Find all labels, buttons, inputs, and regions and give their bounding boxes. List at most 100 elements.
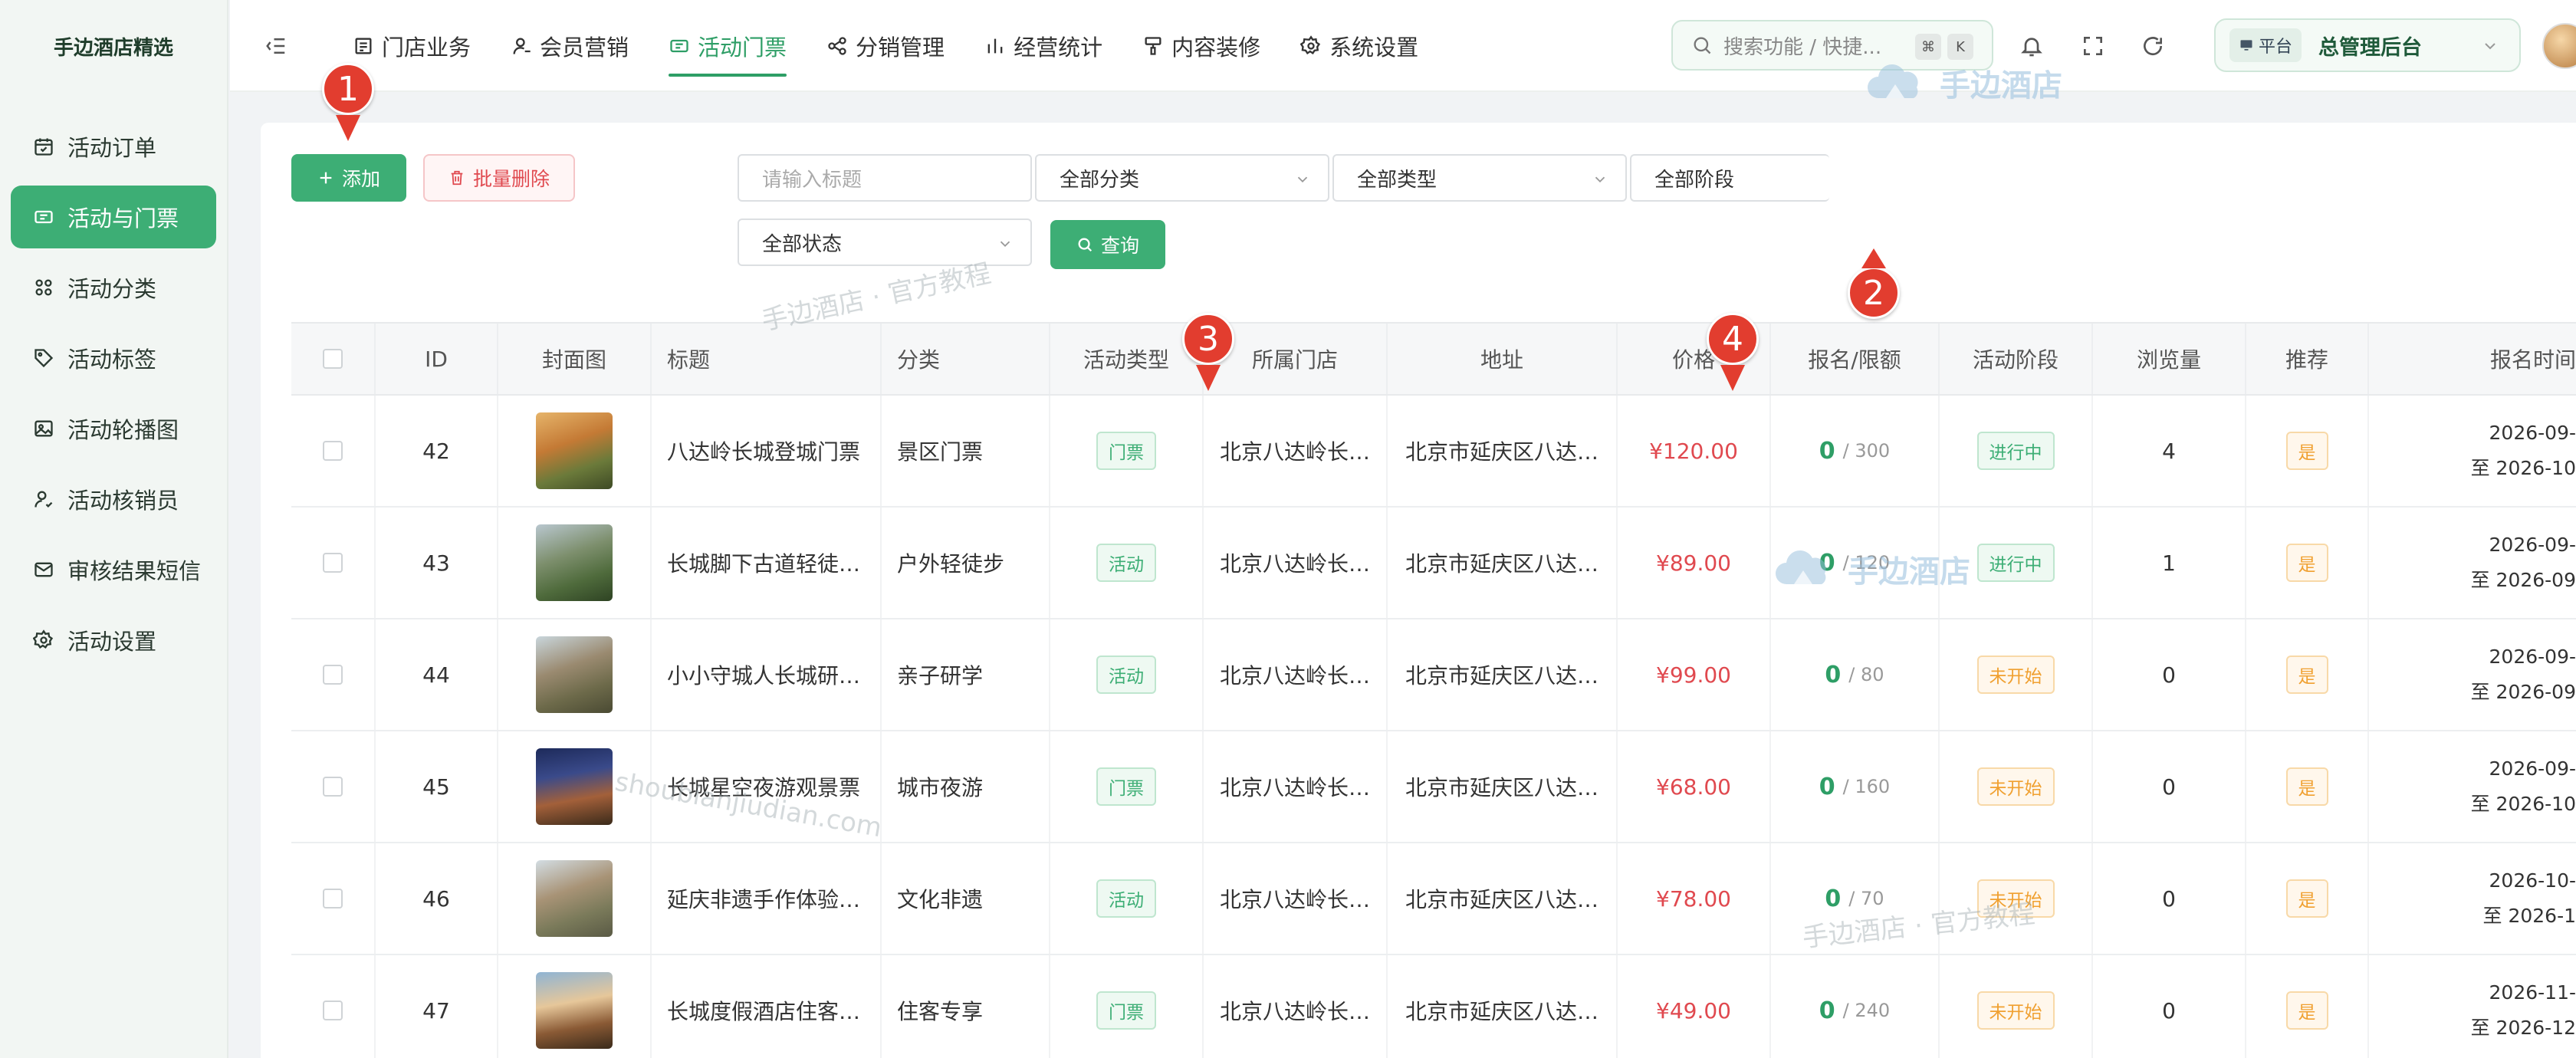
- add-button[interactable]: 添加: [291, 154, 406, 202]
- cell-cover: [498, 396, 652, 506]
- cell-stage: 未开始: [1940, 843, 2093, 954]
- row-checkbox-cell: [291, 843, 376, 954]
- avatar[interactable]: [2542, 23, 2576, 69]
- ticket-icon: [670, 39, 688, 53]
- row-checkbox[interactable]: [323, 665, 343, 685]
- sidebar-item-activity-orders[interactable]: 活动订单: [11, 115, 216, 178]
- nav-content-decor[interactable]: 内容装修: [1142, 0, 1260, 92]
- type-tag: 门票: [1096, 767, 1156, 806]
- cell-id: 46: [376, 843, 498, 954]
- table-row[interactable]: 47 长城度假酒店住客… 住客专享 门票 北京八达岭长… 北京市延庆区八达… ¥…: [291, 955, 2576, 1058]
- sidebar-item-activity-categories[interactable]: 活动分类: [11, 256, 216, 319]
- enrolled-count: 0: [1819, 773, 1835, 800]
- header-enroll-time: 报名时间: [2489, 347, 2576, 373]
- type-select[interactable]: 全部类型: [1332, 154, 1627, 202]
- cell-id: 45: [376, 731, 498, 842]
- nav-member-marketing[interactable]: 会员营销: [511, 0, 629, 92]
- cell-title[interactable]: 小小守城人长城研…: [652, 619, 882, 730]
- cell-address: 北京市延庆区八达…: [1388, 619, 1618, 730]
- chevron-down-icon: [1297, 176, 1308, 183]
- table-row[interactable]: 44 小小守城人长城研… 亲子研学 活动 北京八达岭长… 北京市延庆区八达… ¥…: [291, 619, 2576, 731]
- enroll-limit: / 240: [1842, 1000, 1891, 1021]
- header-select-all: [291, 324, 376, 394]
- sidebar-item-activity-tags[interactable]: 活动标签: [11, 327, 216, 389]
- batch-delete-button[interactable]: 批量删除: [423, 154, 575, 202]
- cell-title[interactable]: 长城星空夜游观景票: [652, 731, 882, 842]
- sidebar-item-activity-settings[interactable]: 活动设置: [11, 609, 216, 672]
- annotation-pointer-4: [1720, 365, 1745, 391]
- cell-title[interactable]: 长城度假酒店住客…: [652, 955, 882, 1058]
- header-address: 地址: [1388, 324, 1618, 394]
- row-checkbox[interactable]: [323, 441, 343, 461]
- cell-enroll-time: 2026-11- 至 2026-12: [2369, 955, 2576, 1058]
- cell-type: 活动: [1050, 619, 1204, 730]
- cell-cover: [498, 843, 652, 954]
- nav-system-settings[interactable]: 系统设置: [1300, 0, 1418, 92]
- stage-tag: 未开始: [1976, 991, 2055, 1030]
- cell-recommend: 是: [2246, 843, 2369, 954]
- cell-recommend: 是: [2246, 619, 2369, 730]
- row-checkbox[interactable]: [323, 777, 343, 797]
- table-row[interactable]: 42 八达岭长城登城门票 景区门票 门票 北京八达岭长… 北京市延庆区八达… ¥…: [291, 396, 2576, 508]
- sidebar-item-activity-banners[interactable]: 活动轮播图: [11, 397, 216, 460]
- table-row[interactable]: 43 长城脚下古道轻徒… 户外轻徒步 活动 北京八达岭长… 北京市延庆区八达… …: [291, 508, 2576, 619]
- sidebar-item-label: 活动核销员: [67, 488, 179, 514]
- refresh-button[interactable]: [2137, 31, 2168, 61]
- cell-title[interactable]: 长城脚下古道轻徒…: [652, 508, 882, 618]
- notification-button[interactable]: [2016, 31, 2047, 61]
- date-start: 2026-09-: [2489, 757, 2576, 780]
- title-search-placeholder: 请输入标题: [762, 168, 863, 192]
- stage-select[interactable]: 全部阶段: [1630, 154, 1829, 202]
- enroll-limit: / 70: [1848, 888, 1884, 909]
- cell-title[interactable]: 延庆非遗手作体验…: [652, 843, 882, 954]
- cell-price: ¥89.00: [1618, 508, 1771, 618]
- cell-title[interactable]: 八达岭长城登城门票: [652, 396, 882, 506]
- row-checkbox[interactable]: [323, 1001, 343, 1020]
- cell-views: 0: [2093, 843, 2246, 954]
- query-button[interactable]: 查询: [1050, 220, 1165, 269]
- status-select[interactable]: 全部状态: [738, 219, 1032, 266]
- row-checkbox[interactable]: [323, 553, 343, 573]
- sidebar-item-label: 活动订单: [67, 135, 157, 161]
- cell-views: 0: [2093, 955, 2246, 1058]
- nav-business-stats[interactable]: 经营统计: [984, 0, 1102, 92]
- row-checkbox[interactable]: [323, 889, 343, 909]
- category-select[interactable]: 全部分类: [1035, 154, 1329, 202]
- cover-image: [536, 972, 613, 1049]
- bell-icon: [2021, 38, 2042, 57]
- table-row[interactable]: 45 长城星空夜游观景票 城市夜游 门票 北京八达岭长… 北京市延庆区八达… ¥…: [291, 731, 2576, 843]
- price-value: ¥78.00: [1656, 886, 1731, 912]
- enrolled-count: 0: [1819, 997, 1835, 1024]
- cell-enroll-time: 2026-09- 至 2026-09: [2369, 619, 2576, 730]
- title-search-input[interactable]: 请输入标题: [738, 154, 1032, 202]
- sidebar-item-activity-verifiers[interactable]: 活动核销员: [11, 468, 216, 531]
- cell-price: ¥49.00: [1618, 955, 1771, 1058]
- sidebar-item-review-sms[interactable]: 审核结果短信: [11, 538, 216, 601]
- stage-tag: 进行中: [1976, 432, 2055, 470]
- stage-tag: 进行中: [1976, 544, 2055, 582]
- cell-category: 亲子研学: [882, 619, 1050, 730]
- tag-icon: [31, 345, 57, 371]
- stage-select-value: 全部阶段: [1654, 168, 1735, 192]
- global-search-input[interactable]: 搜索功能 / 快捷... ⌘ K: [1671, 20, 1993, 71]
- sidebar-item-label: 活动标签: [67, 347, 157, 373]
- select-all-checkbox[interactable]: [323, 349, 343, 369]
- collapse-sidebar-button[interactable]: [261, 31, 291, 61]
- annotation-badge-3: 3: [1182, 313, 1234, 365]
- table-row[interactable]: 46 延庆非遗手作体验… 文化非遗 活动 北京八达岭长… 北京市延庆区八达… ¥…: [291, 843, 2576, 955]
- sidebar-item-label: 活动与门票: [67, 205, 179, 232]
- trash-icon: [451, 170, 463, 186]
- query-button-label: 查询: [1100, 235, 1139, 257]
- nav-distribution[interactable]: 分销管理: [826, 0, 945, 92]
- type-tag: 门票: [1096, 432, 1156, 470]
- annotation-badge-2: 2: [1848, 267, 1900, 319]
- sidebar-item-label: 活动轮播图: [67, 417, 179, 443]
- enrolled-count: 0: [1825, 885, 1842, 912]
- fullscreen-button[interactable]: [2078, 31, 2108, 61]
- cell-id: 44: [376, 619, 498, 730]
- cell-type: 活动: [1050, 843, 1204, 954]
- platform-switcher[interactable]: 平台 总管理后台: [2214, 18, 2521, 72]
- main-content: 添加 批量删除 请输入标题 全部分类 全部类型 全部阶段 全部状态 查询 ID …: [261, 123, 2576, 1058]
- sidebar-item-activities-tickets[interactable]: 活动与门票: [11, 186, 216, 248]
- nav-activity-tickets[interactable]: 活动门票: [669, 0, 787, 92]
